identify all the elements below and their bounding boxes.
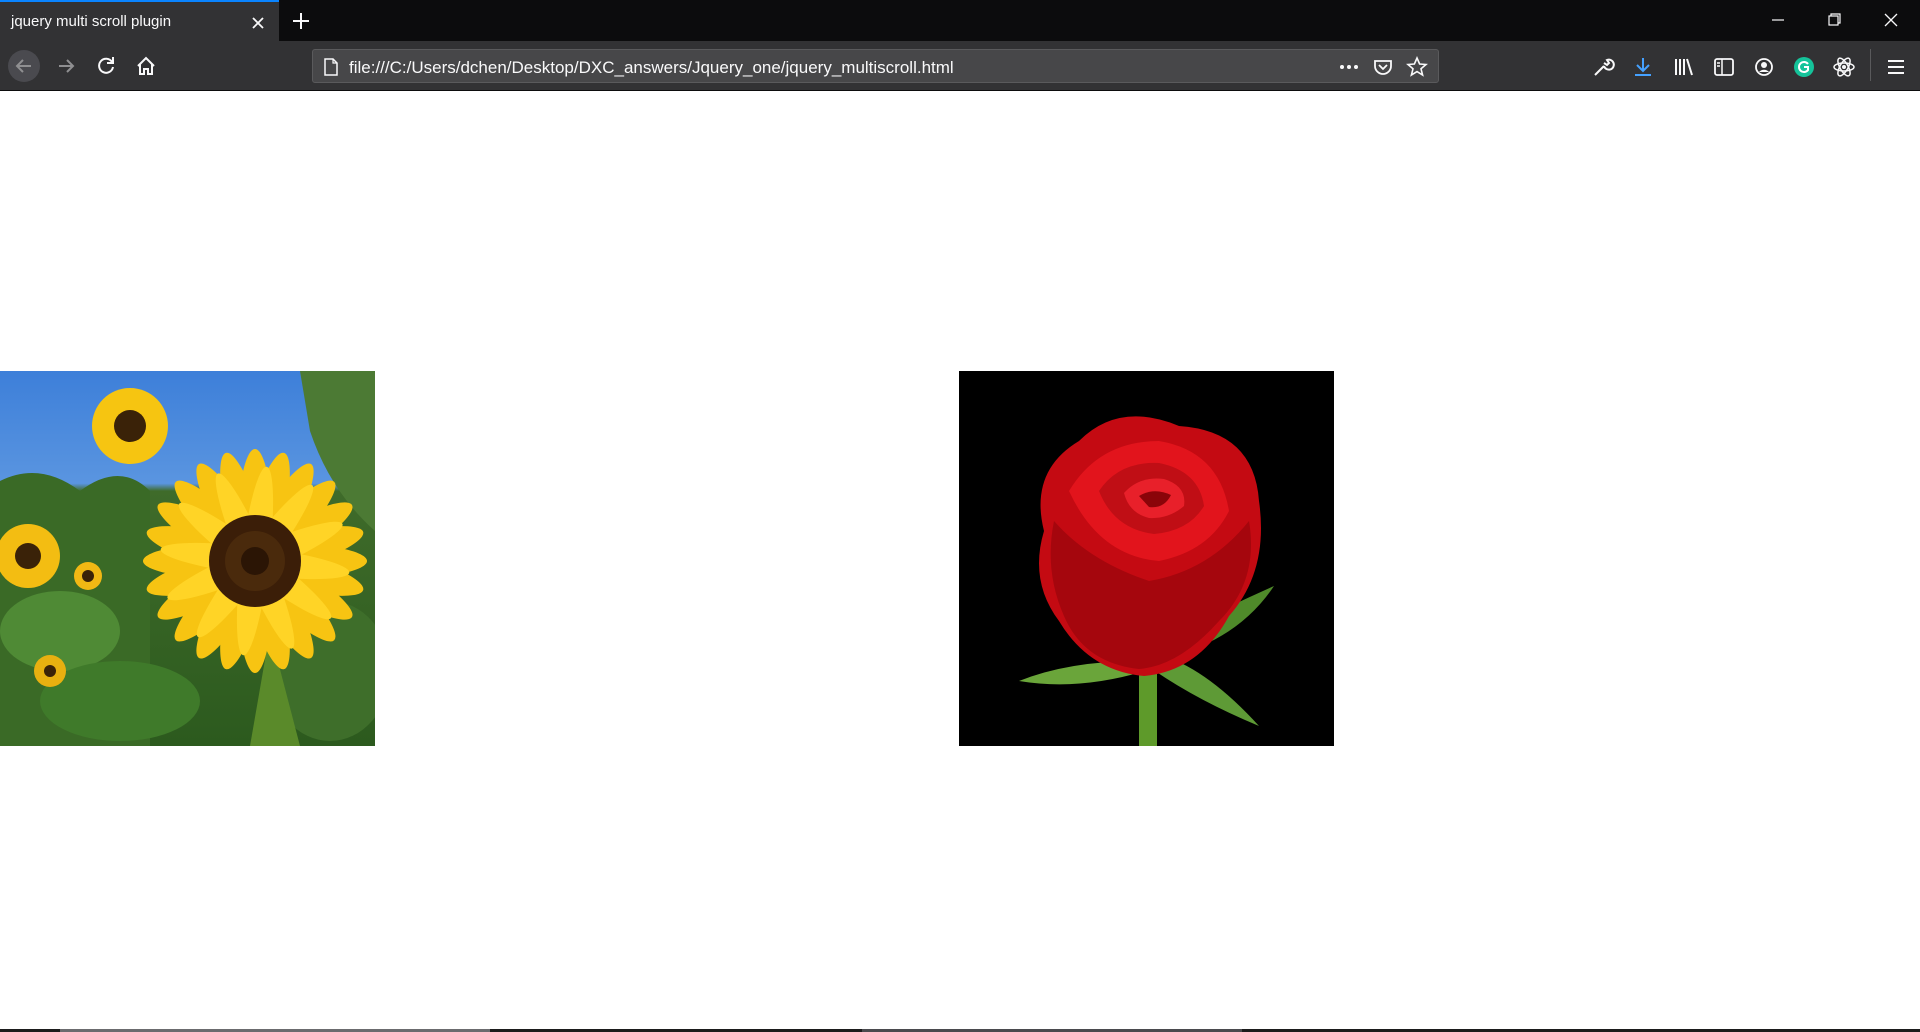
forward-button[interactable] <box>50 50 82 82</box>
tab-active[interactable]: jquery multi scroll plugin <box>0 0 279 41</box>
ellipsis-icon[interactable] <box>1337 55 1361 79</box>
new-tab-icon[interactable] <box>290 10 312 32</box>
back-button[interactable] <box>8 50 40 82</box>
wrench-icon[interactable] <box>1590 54 1616 80</box>
tab-title: jquery multi scroll plugin <box>11 13 172 30</box>
library-icon[interactable] <box>1671 54 1697 80</box>
forward-arrow-icon <box>59 59 75 73</box>
minimize-icon[interactable] <box>1764 8 1792 32</box>
toolbar-separator <box>1870 49 1871 81</box>
window-close-icon[interactable] <box>1877 8 1905 32</box>
sidebar-icon[interactable] <box>1711 54 1737 80</box>
pocket-icon[interactable] <box>1371 55 1395 79</box>
star-icon[interactable] <box>1405 55 1429 79</box>
account-icon[interactable] <box>1751 54 1777 80</box>
sunflower-image <box>0 371 375 746</box>
navigation-toolbar: file:///C:/Users/dchen/Desktop/DXC_answe… <box>0 41 1920 91</box>
download-icon[interactable] <box>1630 54 1656 80</box>
hamburger-menu-icon[interactable] <box>1883 54 1909 80</box>
page-content <box>0 91 1920 1029</box>
home-icon <box>137 56 155 75</box>
grammarly-icon[interactable] <box>1791 54 1817 80</box>
page-icon <box>324 58 338 76</box>
url-text[interactable]: file:///C:/Users/dchen/Desktop/DXC_answe… <box>349 58 954 78</box>
address-bar[interactable]: file:///C:/Users/dchen/Desktop/DXC_answe… <box>312 49 1439 83</box>
back-arrow-icon <box>15 59 31 73</box>
reload-icon <box>98 57 114 74</box>
home-button[interactable] <box>130 50 162 82</box>
react-devtools-icon[interactable] <box>1831 54 1857 80</box>
rose-image <box>959 371 1334 746</box>
reload-button[interactable] <box>90 50 122 82</box>
restore-icon[interactable] <box>1820 8 1848 32</box>
tab-bar: jquery multi scroll plugin <box>0 0 1920 41</box>
close-icon[interactable] <box>248 13 268 33</box>
